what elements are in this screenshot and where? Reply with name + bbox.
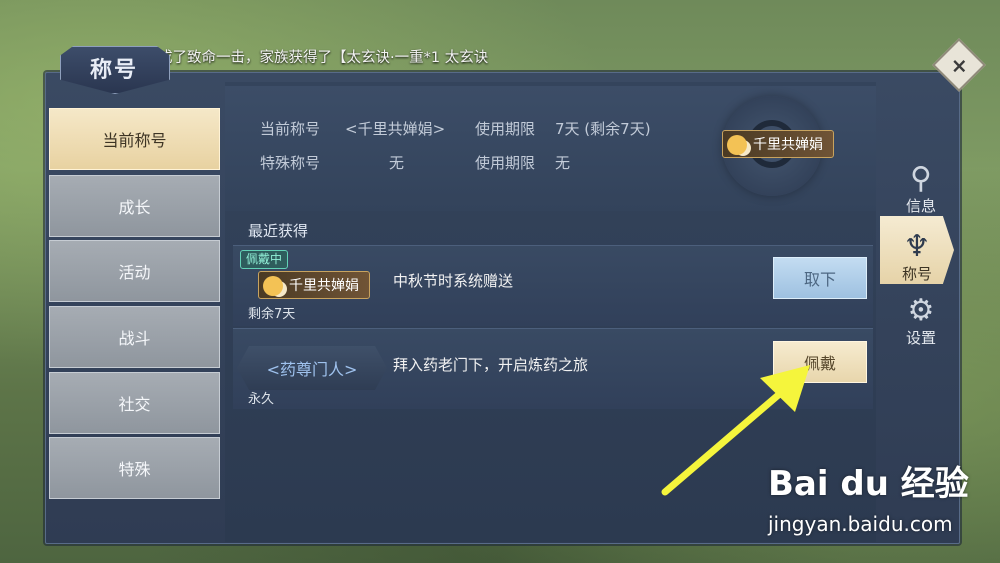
baidu-logo: Bai du 经验 <box>768 464 969 504</box>
watermark-url: jingyan.baidu.com <box>768 512 953 536</box>
baidu-watermark: Bai du 经验 jingyan.baidu.com <box>768 456 988 546</box>
